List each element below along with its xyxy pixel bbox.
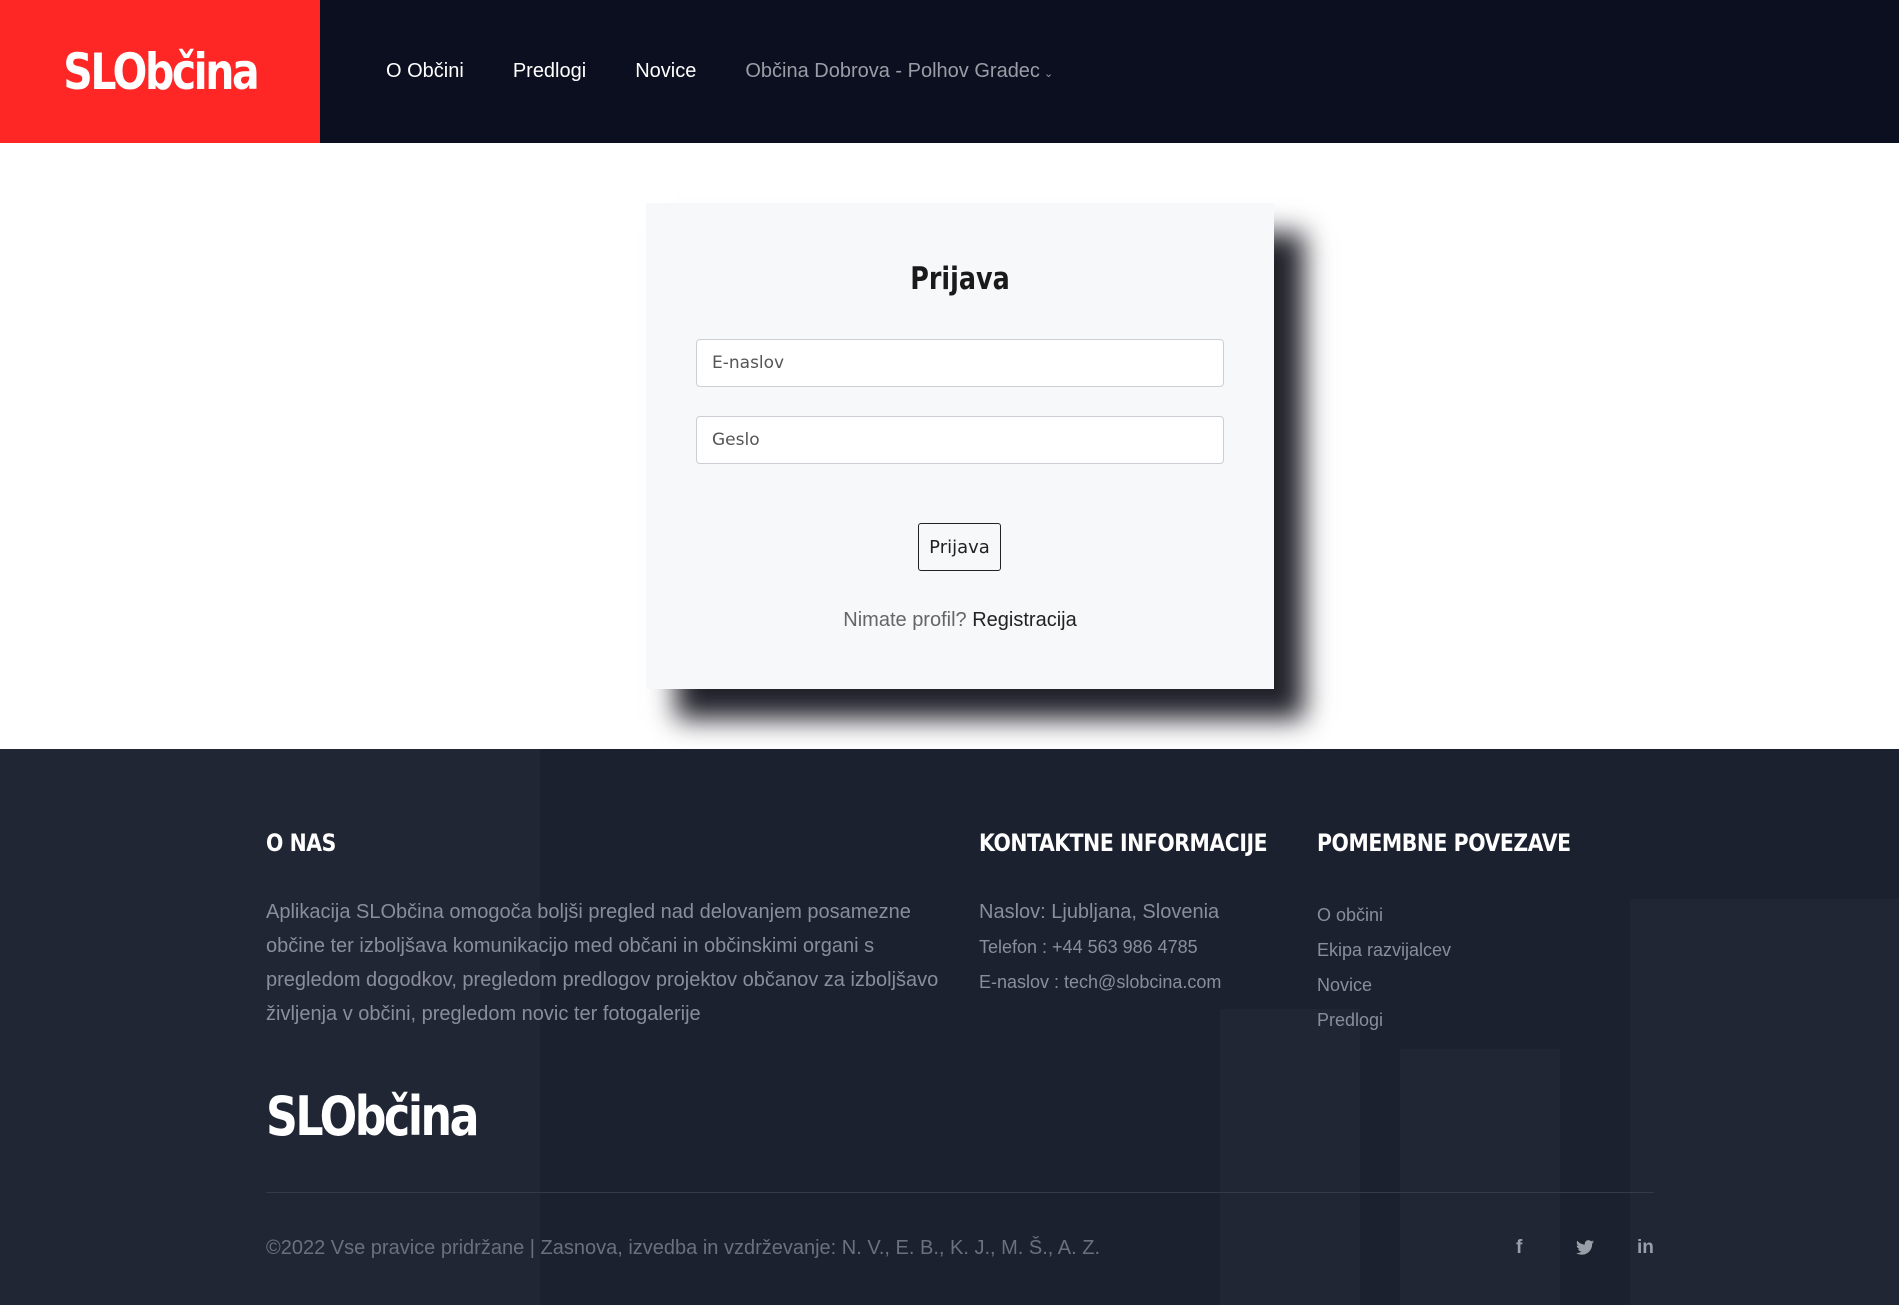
login-button[interactable]: Prijava xyxy=(918,523,1001,571)
footer-link-o-obcini[interactable]: O občini xyxy=(1317,898,1451,933)
footer-link-novice[interactable]: Novice xyxy=(1317,968,1451,1003)
contact-list: Naslov: Ljubljana, Slovenia Telefon : +4… xyxy=(979,895,1221,1000)
linkedin-icon[interactable]: in xyxy=(1637,1237,1654,1259)
footer-divider xyxy=(266,1192,1654,1193)
facebook-icon[interactable]: f xyxy=(1516,1237,1522,1259)
links-heading: POMEMBNE POVEZAVE xyxy=(1317,829,1571,857)
municipality-label: Občina Dobrova - Polhov Gradec xyxy=(745,60,1040,82)
nav-item-o-obcini[interactable]: O Občini xyxy=(386,60,464,83)
register-prompt: Nimate profil? Registracija xyxy=(646,609,1274,632)
no-profile-text: Nimate profil? xyxy=(843,609,967,631)
footer-link-predlogi[interactable]: Predlogi xyxy=(1317,1003,1451,1038)
main-nav: O Občini Predlogi Novice Občina Dobrova … xyxy=(386,0,1102,143)
background-building xyxy=(1630,899,1899,1305)
nav-item-novice[interactable]: Novice xyxy=(635,60,696,83)
background-building xyxy=(1220,1009,1360,1305)
contact-phone: Telefon : +44 563 986 4785 xyxy=(979,937,1198,957)
login-title: Prijava xyxy=(910,261,1010,297)
footer-logo[interactable]: SLObčina xyxy=(266,1085,479,1148)
register-link[interactable]: Registracija xyxy=(972,609,1076,631)
contact-address: Naslov: Ljubljana, Slovenia xyxy=(979,901,1220,923)
email-field[interactable] xyxy=(696,339,1224,387)
chevron-down-icon: ⌄ xyxy=(1043,68,1054,80)
logo-text: SLObčina xyxy=(63,42,259,101)
copyright-text: ©2022 Vse pravice pridržane | Zasnova, i… xyxy=(266,1237,1101,1259)
contact-email: E-naslov : tech@slobcina.com xyxy=(979,972,1222,992)
municipality-dropdown[interactable]: Občina Dobrova - Polhov Gradec ⌄ xyxy=(745,60,1053,83)
links-list: O občini Ekipa razvijalcev Novice Predlo… xyxy=(1317,898,1451,1038)
login-card: Prijava Prijava Nimate profil? Registrac… xyxy=(646,203,1274,689)
background-building xyxy=(1400,1049,1560,1305)
nav-item-predlogi[interactable]: Predlogi xyxy=(513,60,586,83)
contact-heading: KONTAKTNE INFORMACIJE xyxy=(979,829,1268,857)
about-text: Aplikacija SLObčina omogoča boljši pregl… xyxy=(266,901,939,1025)
site-header: SLObčina O Občini Predlogi Novice Občina… xyxy=(0,0,1899,143)
logo[interactable]: SLObčina xyxy=(0,0,320,143)
about-heading: O NAS xyxy=(266,829,336,857)
footer-link-ekipa[interactable]: Ekipa razvijalcev xyxy=(1317,933,1451,968)
twitter-icon[interactable] xyxy=(1576,1237,1594,1259)
password-field[interactable] xyxy=(696,416,1224,464)
site-footer: O NAS Aplikacija SLObčina omogoča boljši… xyxy=(0,749,1899,1305)
